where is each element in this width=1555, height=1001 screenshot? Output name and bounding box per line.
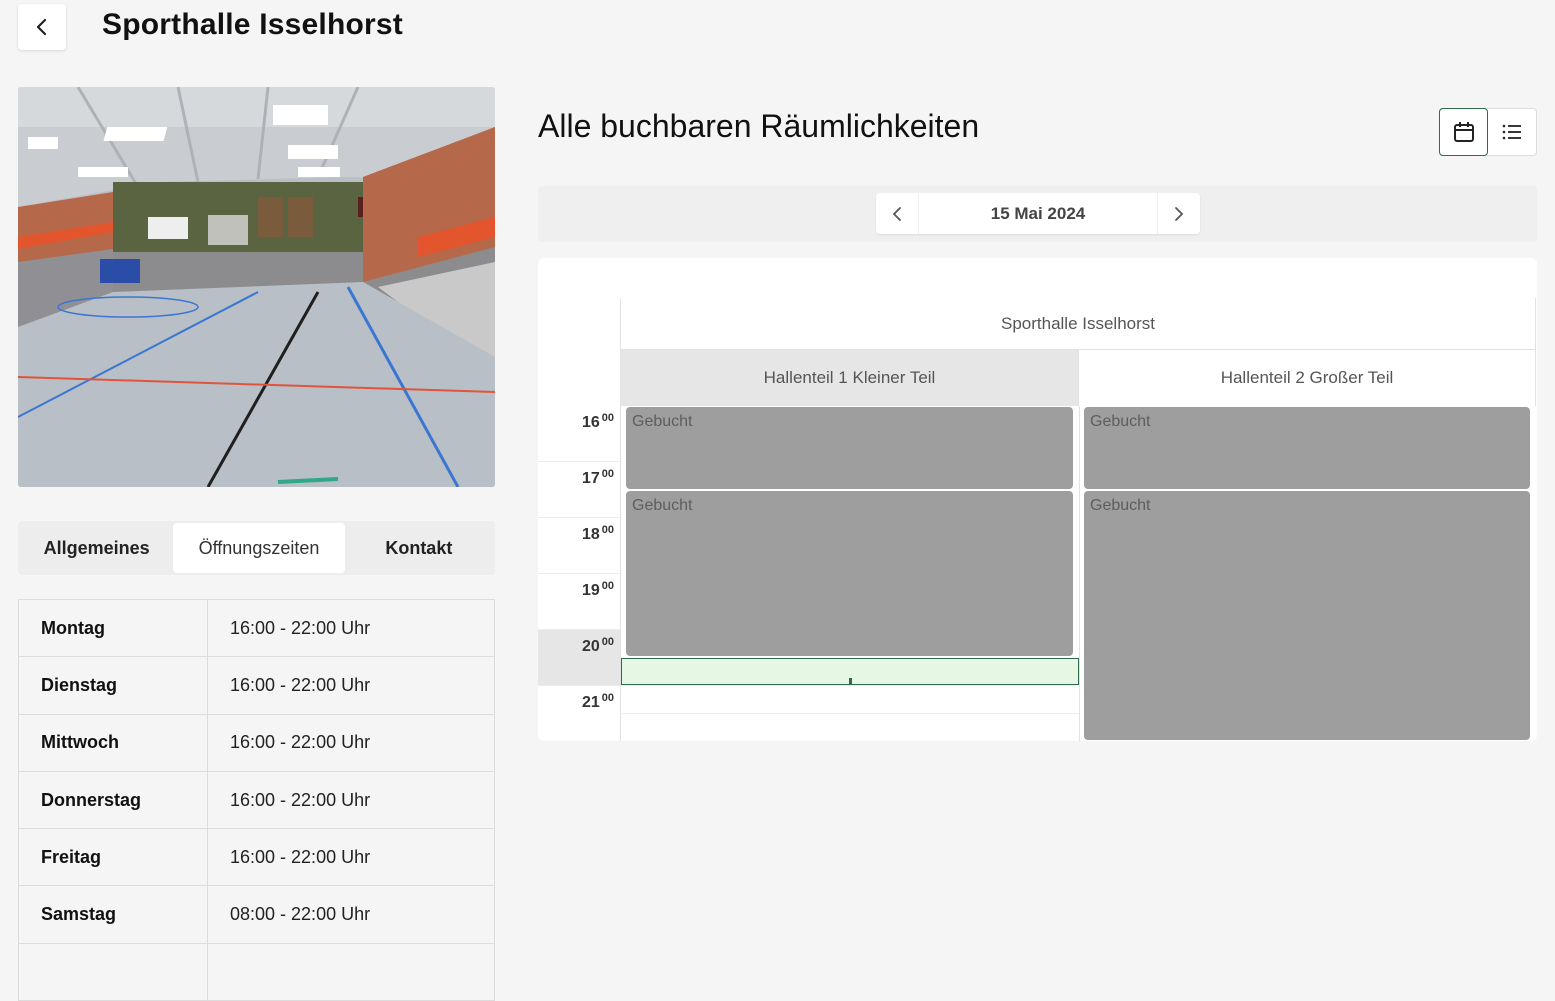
column-divider xyxy=(620,406,621,741)
list-icon xyxy=(1502,124,1521,140)
calendar-view-button[interactable] xyxy=(1439,108,1489,156)
building-header: Sporthalle Isselhorst xyxy=(620,298,1536,350)
hours-value: 16:00 - 22:00 Uhr xyxy=(208,657,495,714)
minute-label: 00 xyxy=(601,524,614,536)
hour-label: 16 xyxy=(581,414,600,431)
event-label: Gebucht xyxy=(1090,413,1151,430)
weekday-label: Mittwoch xyxy=(18,714,208,771)
calendar-icon xyxy=(1453,122,1474,142)
hour-label: 21 xyxy=(581,694,600,711)
hour-label: 17 xyxy=(581,470,600,487)
booking-event[interactable]: Gebucht xyxy=(1084,491,1530,740)
table-row xyxy=(18,943,495,1001)
hour-label: 18 xyxy=(581,526,600,543)
weekday-label: Donnerstag xyxy=(18,771,208,829)
hour-label: 20 xyxy=(581,638,600,655)
info-tabs: Allgemeines Öffnungszeiten Kontakt xyxy=(18,521,495,575)
weekday-label: Dienstag xyxy=(18,657,208,714)
event-label: Gebucht xyxy=(1090,497,1151,514)
event-label: Gebucht xyxy=(632,413,693,430)
column-divider xyxy=(1079,406,1080,741)
time-selection[interactable] xyxy=(621,658,1079,685)
next-day-button[interactable] xyxy=(1158,193,1200,234)
resize-handle[interactable] xyxy=(849,678,852,684)
minute-label: 00 xyxy=(601,468,614,480)
time-slot: 17 00 xyxy=(538,462,620,518)
time-slot: 16 00 xyxy=(538,406,620,462)
hours-value xyxy=(208,943,495,1001)
weekday-label: Samstag xyxy=(18,886,208,943)
hours-value: 16:00 - 22:00 Uhr xyxy=(208,600,495,657)
booking-event[interactable]: Gebucht xyxy=(1084,407,1530,489)
tab-allgemeines[interactable]: Allgemeines xyxy=(20,523,173,573)
list-view-button[interactable] xyxy=(1488,109,1536,155)
section-title: Alle buchbaren Räumlichkeiten xyxy=(538,108,980,144)
chevron-right-icon xyxy=(1175,206,1184,221)
grid-line xyxy=(620,713,1079,714)
event-label: Gebucht xyxy=(632,497,693,514)
weekday-label: Montag xyxy=(18,600,208,657)
hours-value: 16:00 - 22:00 Uhr xyxy=(208,771,495,829)
back-button[interactable] xyxy=(18,4,66,50)
chevron-left-icon xyxy=(892,206,901,221)
minute-label: 00 xyxy=(601,412,614,424)
tab-oeffnungszeiten[interactable]: Öffnungszeiten xyxy=(173,523,345,573)
date-navigator: 15 Mai 2024 xyxy=(876,193,1200,234)
hours-value: 16:00 - 22:00 Uhr xyxy=(208,829,495,886)
minute-label: 00 xyxy=(601,636,614,648)
booking-event[interactable]: Gebucht xyxy=(626,407,1073,489)
time-slot: 18 00 xyxy=(538,518,620,574)
minute-label: 00 xyxy=(601,580,614,592)
time-slot: 20 00 xyxy=(538,630,620,686)
table-row: Samstag 08:00 - 22:00 Uhr xyxy=(18,886,495,944)
table-row: Mittwoch 16:00 - 22:00 Uhr xyxy=(18,714,495,772)
view-toggle xyxy=(1439,108,1537,156)
hall-photo xyxy=(18,87,495,487)
booking-event[interactable]: Gebucht xyxy=(626,491,1073,656)
time-slot: 21 00 xyxy=(538,686,620,741)
chevron-left-icon xyxy=(36,18,47,36)
weekday-label: Freitag xyxy=(18,829,208,886)
resource-header-2: Hallenteil 2 Großer Teil xyxy=(1079,350,1536,406)
table-row: Dienstag 16:00 - 22:00 Uhr xyxy=(18,657,495,715)
hours-value: 16:00 - 22:00 Uhr xyxy=(208,714,495,771)
weekday-label xyxy=(18,943,208,1001)
opening-hours-table: Montag 16:00 - 22:00 Uhr Dienstag 16:00 … xyxy=(18,599,495,1001)
tab-kontakt[interactable]: Kontakt xyxy=(345,523,493,573)
table-row: Donnerstag 16:00 - 22:00 Uhr xyxy=(18,771,495,830)
grid-line xyxy=(620,685,1079,686)
table-row: Freitag 16:00 - 22:00 Uhr xyxy=(18,829,495,887)
booking-calendar: Sporthalle Isselhorst Hallenteil 1 Klein… xyxy=(538,258,1537,741)
table-row: Montag 16:00 - 22:00 Uhr xyxy=(18,600,495,658)
resource-header-1: Hallenteil 1 Kleiner Teil xyxy=(620,350,1079,406)
prev-day-button[interactable] xyxy=(876,193,918,234)
hour-label: 19 xyxy=(581,582,600,599)
time-axis: 16 00 17 00 18 00 19 00 20 00 21 00 xyxy=(538,406,620,741)
current-date[interactable]: 15 Mai 2024 xyxy=(918,193,1158,234)
minute-label: 00 xyxy=(601,692,614,704)
time-slot: 19 00 xyxy=(538,574,620,630)
hours-value: 08:00 - 22:00 Uhr xyxy=(208,886,495,943)
page-title: Sporthalle Isselhorst xyxy=(102,8,403,41)
